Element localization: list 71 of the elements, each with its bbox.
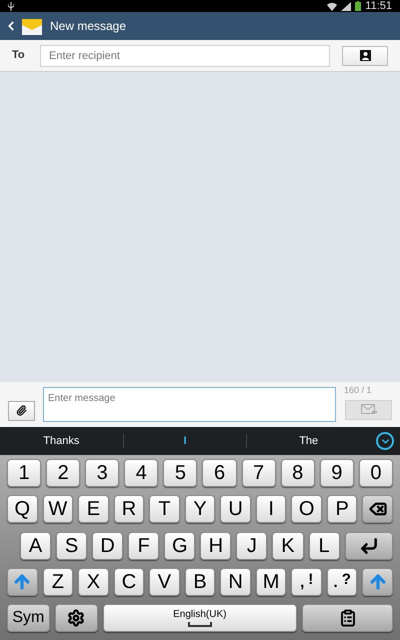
enter-key[interactable] <box>344 532 394 560</box>
shift-key[interactable] <box>362 568 394 596</box>
envelope-icon <box>22 17 42 35</box>
shift-arrow-icon <box>368 572 388 592</box>
key[interactable]: Q <box>7 495 38 524</box>
suggestion[interactable]: The <box>247 432 370 450</box>
key[interactable]: R <box>114 495 144 524</box>
app-title: New message <box>50 18 126 35</box>
enter-icon <box>358 536 379 556</box>
suggestion[interactable]: I <box>124 432 246 450</box>
key[interactable]: X <box>78 568 109 596</box>
key[interactable]: H <box>200 532 232 560</box>
collapse-button[interactable] <box>376 432 394 450</box>
wifi-icon <box>327 2 338 10</box>
key[interactable]: O <box>291 495 322 524</box>
sym-key[interactable]: Sym <box>7 604 50 632</box>
clipboard-key[interactable] <box>302 604 393 632</box>
shift-key[interactable] <box>7 568 38 596</box>
clipboard-icon <box>338 609 357 627</box>
suggestion[interactable]: Thanks <box>0 432 123 450</box>
key[interactable]: C <box>114 568 144 596</box>
character-counter: 160 / 1 <box>344 384 372 397</box>
key[interactable]: 2 <box>46 459 80 487</box>
recipient-field[interactable]: Enter recipient <box>40 44 330 66</box>
key[interactable]: 6 <box>202 459 237 487</box>
key[interactable]: 0 <box>358 459 393 487</box>
to-label: To <box>12 48 26 64</box>
key[interactable]: Z <box>42 568 74 596</box>
key[interactable]: Y <box>184 495 216 524</box>
paperclip-icon <box>16 405 27 416</box>
key[interactable]: 8 <box>280 459 315 487</box>
key[interactable]: N <box>220 568 251 596</box>
contacts-button[interactable] <box>342 46 388 66</box>
settings-key[interactable] <box>54 604 98 632</box>
key[interactable]: D <box>92 532 124 560</box>
status-time: 11:51 <box>365 0 392 12</box>
key[interactable]: K <box>272 532 304 560</box>
send-envelope-icon <box>360 404 376 415</box>
key[interactable]: A <box>20 532 52 560</box>
key[interactable]: 7 <box>242 459 276 487</box>
key[interactable]: J <box>236 532 268 560</box>
key[interactable]: S <box>56 532 88 560</box>
key[interactable]: 3 <box>85 459 120 487</box>
backspace-icon <box>368 500 387 518</box>
key[interactable]: M <box>256 568 286 596</box>
key[interactable]: , ! <box>291 568 322 596</box>
attach-button[interactable] <box>8 400 35 420</box>
key[interactable]: 4 <box>124 459 158 487</box>
shift-arrow-icon <box>12 572 32 592</box>
key[interactable]: I <box>256 495 286 524</box>
backspace-key[interactable] <box>362 495 394 524</box>
message-field[interactable]: Enter message <box>43 387 336 422</box>
key[interactable]: E <box>78 495 109 524</box>
key[interactable]: G <box>164 532 196 560</box>
key[interactable]: . ? <box>326 568 358 596</box>
person-icon <box>360 50 370 61</box>
key[interactable]: F <box>128 532 160 560</box>
key[interactable]: 5 <box>163 459 198 487</box>
key[interactable]: 9 <box>320 459 354 487</box>
battery-icon <box>355 1 362 11</box>
key[interactable]: B <box>184 568 216 596</box>
space-key[interactable]: English(UK) <box>102 604 298 632</box>
settings-icon <box>67 609 86 627</box>
key[interactable]: U <box>220 495 251 524</box>
key[interactable]: P <box>326 495 358 524</box>
key[interactable]: W <box>42 495 74 524</box>
key[interactable]: V <box>149 568 180 596</box>
key[interactable]: 1 <box>7 459 42 487</box>
key[interactable]: L <box>308 532 340 560</box>
key[interactable]: T <box>149 495 180 524</box>
usb-icon <box>8 2 14 10</box>
